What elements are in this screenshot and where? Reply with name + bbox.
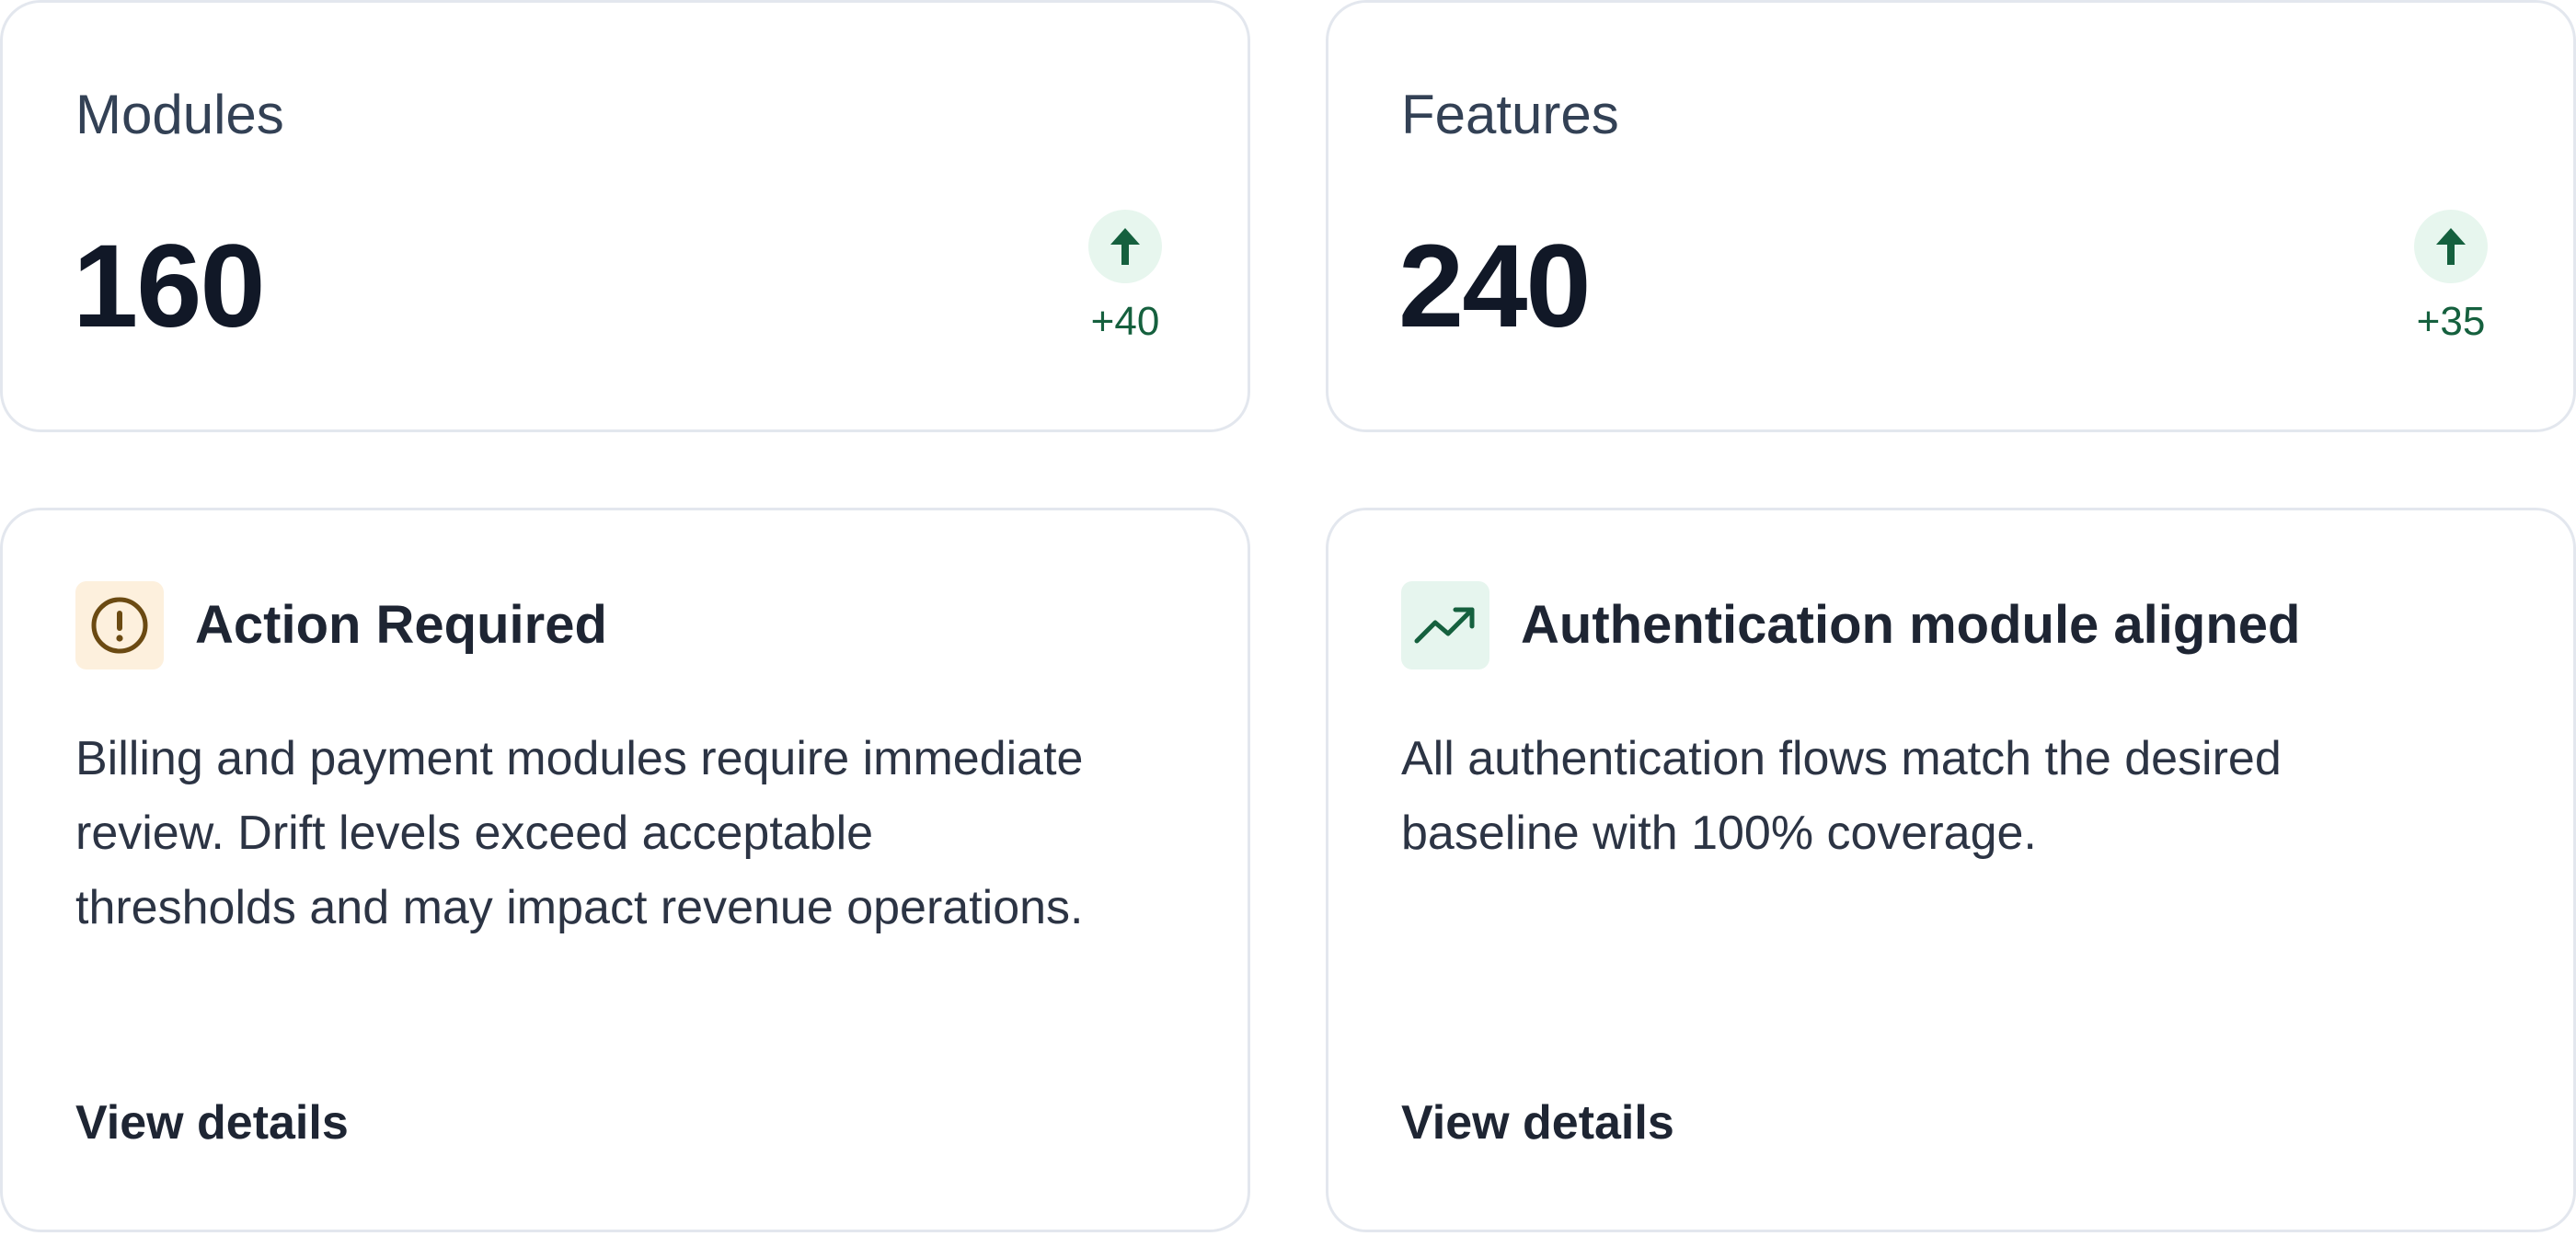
stat-value: 240 (1398, 221, 1592, 352)
stat-value: 160 (73, 221, 266, 352)
stat-label: Features (1401, 84, 1619, 145)
card-description: All authentication flows match the desir… (1401, 732, 2282, 860)
card-header: Action Required (75, 581, 607, 670)
alert-circle-icon (75, 581, 164, 670)
card-title: Action Required (195, 595, 607, 655)
stat-label: Modules (75, 84, 284, 145)
card-description: Billing and payment modules require imme… (75, 732, 1084, 934)
features-stat-card: Features 240 +35 (1326, 0, 2576, 432)
delta-indicator: +40 (1075, 210, 1176, 342)
view-details-link[interactable]: View details (1401, 1099, 1674, 1147)
arrow-up-icon (2414, 210, 2488, 283)
delta-value: +40 (1090, 299, 1160, 344)
view-details-link[interactable]: View details (75, 1099, 349, 1147)
card-header: Authentication module aligned (1401, 581, 2300, 670)
action-required-card: Action Required Billing and payment modu… (0, 508, 1250, 1232)
arrow-up-icon (1088, 210, 1162, 283)
modules-stat-card: Modules 160 +40 (0, 0, 1250, 432)
delta-indicator: +35 (2400, 210, 2501, 342)
card-title: Authentication module aligned (1521, 595, 2301, 655)
delta-value: +35 (2416, 299, 2486, 344)
authentication-status-card: Authentication module aligned All authen… (1326, 508, 2576, 1232)
trending-up-icon (1401, 581, 1489, 670)
